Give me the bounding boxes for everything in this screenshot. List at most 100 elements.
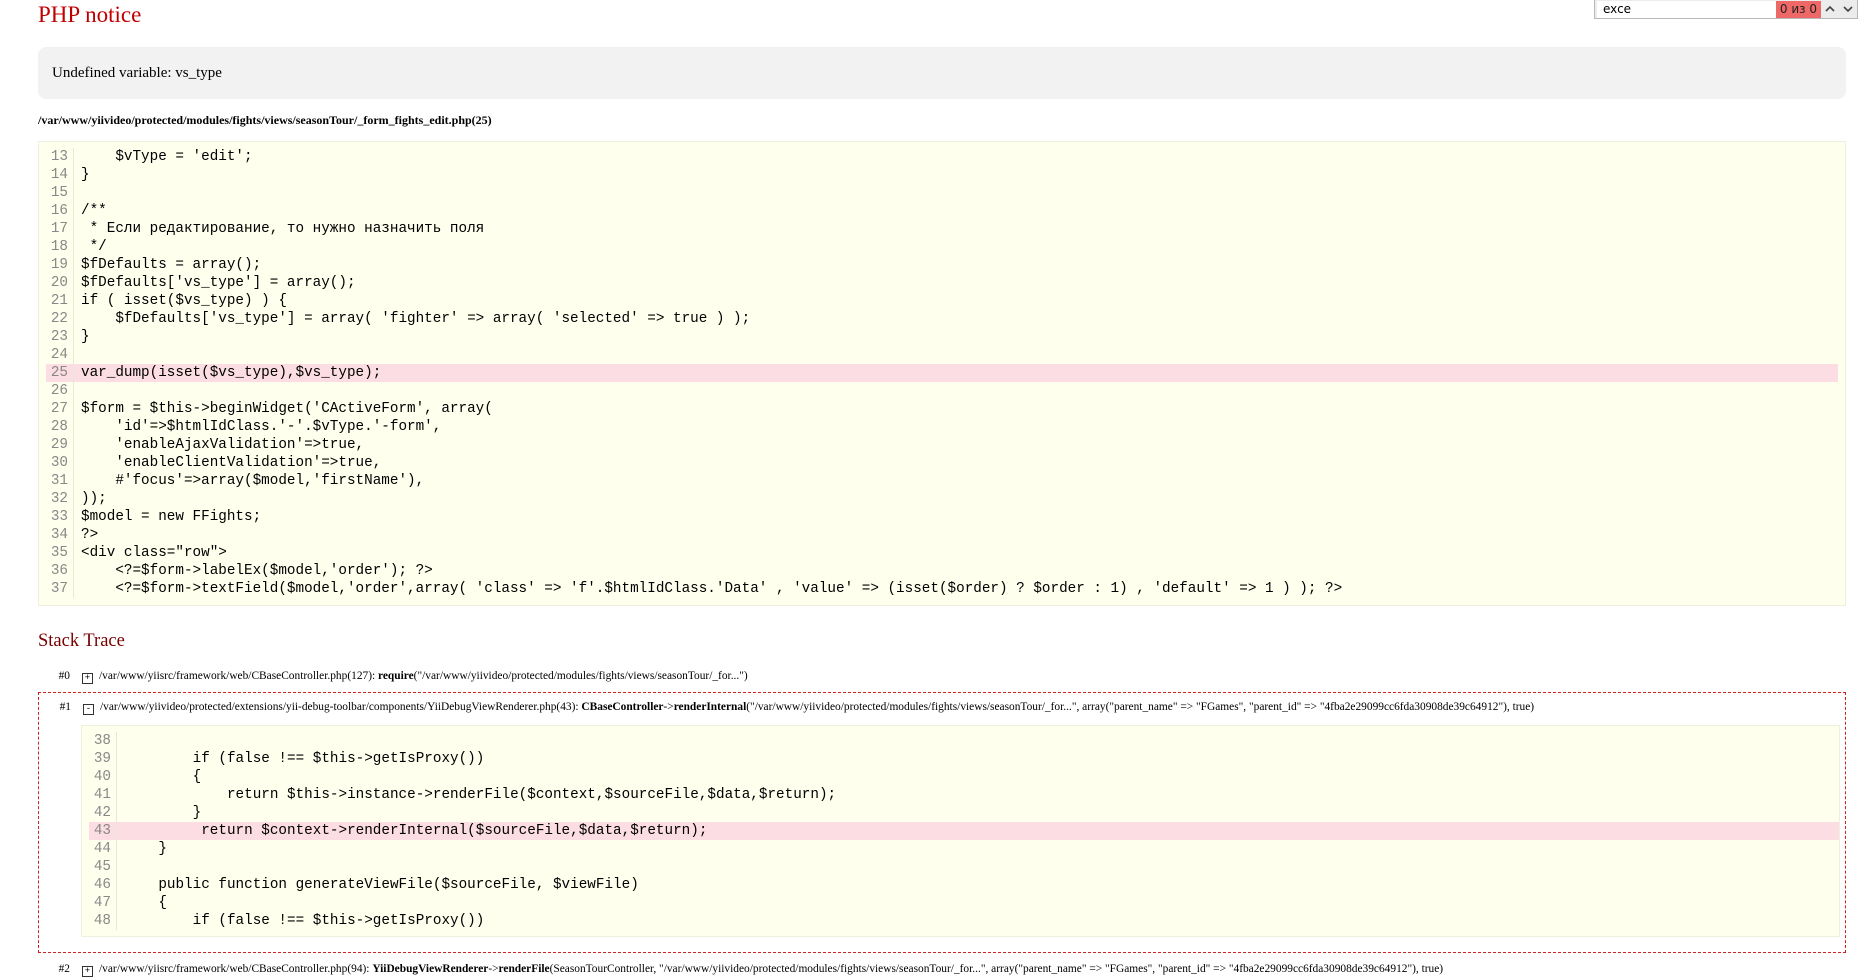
chevron-down-icon[interactable] bbox=[1839, 2, 1857, 16]
gutter-divider bbox=[73, 382, 74, 400]
gutter-divider bbox=[73, 346, 74, 364]
gutter-divider bbox=[73, 508, 74, 526]
code-text: * Если редактирование, то нужно назначит… bbox=[81, 221, 485, 237]
gutter-divider bbox=[73, 436, 74, 454]
gutter-divider bbox=[116, 822, 117, 840]
code-line: 14} bbox=[46, 166, 1838, 184]
line-number: 31 bbox=[50, 473, 68, 489]
chevron-up-icon[interactable] bbox=[1821, 2, 1839, 16]
line-number: 27 bbox=[50, 401, 68, 417]
trace-args: ("/var/www/yiivideo/protected/modules/fi… bbox=[413, 670, 748, 682]
code-line: 34 ?> bbox=[46, 526, 1838, 544]
line-number: 26 bbox=[50, 383, 68, 399]
gutter-divider bbox=[116, 732, 117, 750]
code-line: 24 bbox=[46, 346, 1838, 364]
gutter-divider bbox=[73, 238, 74, 256]
line-number: 32 bbox=[50, 491, 68, 507]
code-line: 35 <div class="row"> bbox=[46, 544, 1838, 562]
code-line: 33 $model = new FFights; bbox=[46, 508, 1838, 526]
find-input[interactable]: exce bbox=[1597, 0, 1776, 18]
expand-toggle-icon[interactable]: + bbox=[82, 965, 93, 977]
source-code-block: 13 $vType = 'edit'; 14} 15 16/** 17 * Если р… bbox=[38, 141, 1846, 606]
code-line: 32)); bbox=[46, 490, 1838, 508]
stack-trace-title: Stack Trace bbox=[38, 631, 125, 651]
gutter-divider bbox=[116, 858, 117, 876]
code-text: if (false !== $this->getIsProxy()) bbox=[124, 913, 485, 929]
line-number: 16 bbox=[50, 203, 68, 219]
trace-class: YiiDebugViewRenderer bbox=[372, 963, 489, 975]
error-page: PHP notice Undefined variable: vs_type /… bbox=[0, 0, 1858, 977]
trace-file: /var/www/yiisrc/framework/web/CBaseContr… bbox=[99, 670, 379, 682]
gutter-divider bbox=[73, 544, 74, 562]
code-text: $fDefaults['vs_type'] = array(); bbox=[81, 275, 356, 291]
code-line: 22 $fDefaults['vs_type'] = array( 'fight… bbox=[46, 310, 1838, 328]
line-number: 35 bbox=[50, 545, 68, 561]
line-number: 42 bbox=[93, 805, 111, 821]
line-number: 41 bbox=[93, 787, 111, 803]
code-line: 42 } bbox=[89, 804, 1839, 822]
line-number: 38 bbox=[93, 733, 111, 749]
trace-method: renderInternal bbox=[673, 701, 747, 713]
code-line: 30 'enableClientValidation'=>true, bbox=[46, 454, 1838, 472]
code-text: $form = $this->beginWidget('CActiveForm'… bbox=[81, 401, 493, 417]
line-number: 33 bbox=[50, 509, 68, 525]
find-bar: exce 0 из 0 bbox=[1594, 0, 1858, 19]
code-line: 39 if (false !== $this->getIsProxy()) bbox=[89, 750, 1839, 768]
code-line: 46 public function generateViewFile($sou… bbox=[89, 876, 1839, 894]
code-line: 36 <?=$form->labelEx($model,'order'); ?> bbox=[46, 562, 1838, 580]
gutter-divider bbox=[73, 328, 74, 346]
trace-call[interactable]: /var/www/yiivideo/protected/extensions/y… bbox=[100, 701, 1534, 713]
code-line: 20 $fDefaults['vs_type'] = array(); bbox=[46, 274, 1838, 292]
code-text: { bbox=[124, 895, 167, 911]
error-file-path: /var/www/yiivideo/protected/modules/figh… bbox=[38, 113, 492, 127]
gutter-divider bbox=[73, 202, 74, 220]
gutter-divider bbox=[73, 148, 74, 166]
trace-number: #0 bbox=[58, 670, 70, 682]
line-number: 21 bbox=[50, 293, 68, 309]
code-text: if (false !== $this->getIsProxy()) bbox=[124, 751, 485, 767]
code-text: $fDefaults['vs_type'] = array( 'fighter'… bbox=[81, 311, 751, 327]
line-number: 45 bbox=[93, 859, 111, 875]
code-line: 18 */ bbox=[46, 238, 1838, 256]
gutter-divider bbox=[116, 768, 117, 786]
code-line: 15 bbox=[46, 184, 1838, 202]
line-number: 39 bbox=[93, 751, 111, 767]
line-number: 28 bbox=[50, 419, 68, 435]
trace-source-code-block: 38 39 if (false !== $this->getIsProxy()) 4… bbox=[81, 725, 1840, 937]
collapse-toggle-icon[interactable]: - bbox=[83, 703, 94, 715]
gutter-divider bbox=[73, 418, 74, 436]
trace-method: require bbox=[378, 670, 414, 682]
code-line: 31 #'focus'=>array($model,'firstName'), bbox=[46, 472, 1838, 490]
trace-number: #1 bbox=[59, 701, 71, 713]
trace-op: -> bbox=[663, 701, 674, 713]
trace-call[interactable]: /var/www/yiisrc/framework/web/CBaseContr… bbox=[99, 670, 748, 682]
gutter-divider bbox=[116, 750, 117, 768]
code-text: $fDefaults = array(); bbox=[81, 257, 262, 273]
gutter-divider bbox=[73, 526, 74, 544]
gutter-divider bbox=[73, 166, 74, 184]
expand-toggle-icon[interactable]: + bbox=[82, 672, 93, 684]
gutter-divider bbox=[73, 562, 74, 580]
gutter-divider bbox=[73, 472, 74, 490]
code-line: 41 return $this->instance->renderFile($c… bbox=[89, 786, 1839, 804]
line-number: 34 bbox=[50, 527, 68, 543]
code-text: return $context->renderInternal($sourceF… bbox=[124, 823, 708, 839]
code-line: 44 } bbox=[89, 840, 1839, 858]
gutter-divider bbox=[73, 490, 74, 508]
gutter-divider bbox=[73, 400, 74, 418]
trace-number: #2 bbox=[58, 963, 70, 975]
code-text: )); bbox=[81, 491, 107, 507]
code-line: 27 $form = $this->beginWidget('CActiveFor… bbox=[46, 400, 1838, 418]
gutter-divider bbox=[116, 912, 117, 930]
code-text: $model = new FFights; bbox=[81, 509, 262, 525]
code-text: return $this->instance->renderFile($cont… bbox=[124, 787, 837, 803]
code-text: #'focus'=>array($model,'firstName'), bbox=[81, 473, 425, 489]
error-message: Undefined variable: vs_type bbox=[38, 47, 1846, 99]
trace-call[interactable]: /var/www/yiisrc/framework/web/CBaseContr… bbox=[99, 963, 1443, 975]
trace-args: (SeasonTourController, "/var/www/yiivide… bbox=[549, 963, 1444, 975]
line-number: 25 bbox=[50, 365, 68, 381]
code-text: <?=$form->textField($model,'order',array… bbox=[81, 581, 1343, 597]
